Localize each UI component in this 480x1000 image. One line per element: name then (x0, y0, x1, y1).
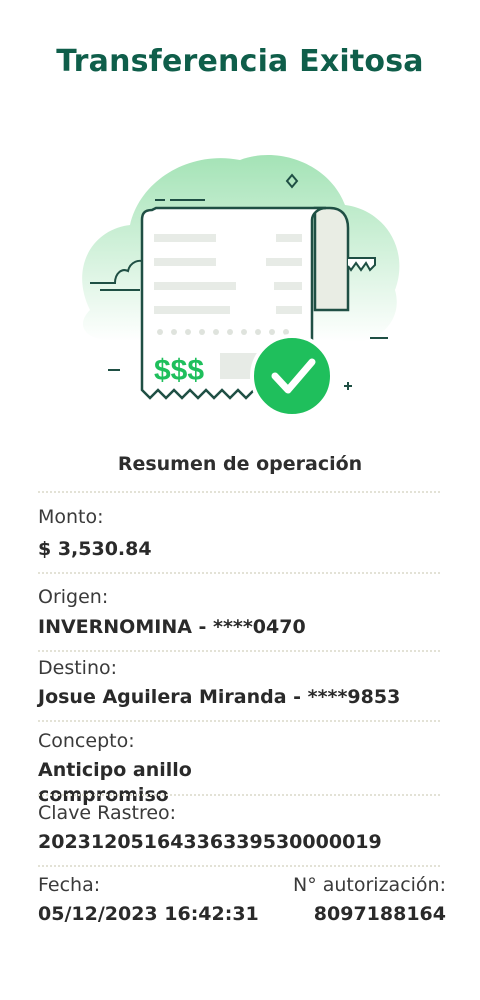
summary-title: Resumen de operación (117, 453, 363, 475)
destination-label: Destino: (38, 657, 118, 679)
receipt-success-illustration: $$$ (82, 155, 400, 418)
authorization-value: 8097188164 (313, 903, 446, 925)
receipt-amount-text: $$$ (154, 354, 204, 387)
tracking-key-value: 20231205164336339530000019 (38, 831, 382, 853)
origin-label: Origen: (38, 586, 109, 608)
success-check-icon (250, 334, 334, 418)
concept-value: Anticipo anillo compromiso (38, 759, 192, 806)
page-title: Transferencia Exitosa (56, 44, 424, 79)
date-value: 05/12/2023 16:42:31 (38, 903, 259, 925)
divider (38, 720, 440, 722)
divider (38, 865, 440, 867)
amount-label: Monto: (38, 506, 104, 528)
destination-value: Josue Aguilera Miranda - ****9853 (38, 686, 401, 708)
concept-label: Concepto: (38, 730, 135, 752)
divider (38, 572, 440, 574)
authorization-label: N° autorización: (292, 874, 446, 896)
divider (38, 650, 440, 652)
divider (38, 491, 440, 493)
tracking-key-label: Clave Rastreo: (38, 802, 177, 824)
origin-value: INVERNOMINA - ****0470 (38, 616, 306, 638)
divider (38, 794, 440, 796)
date-label: Fecha: (38, 874, 101, 896)
amount-value: $ 3,530.84 (38, 538, 152, 560)
